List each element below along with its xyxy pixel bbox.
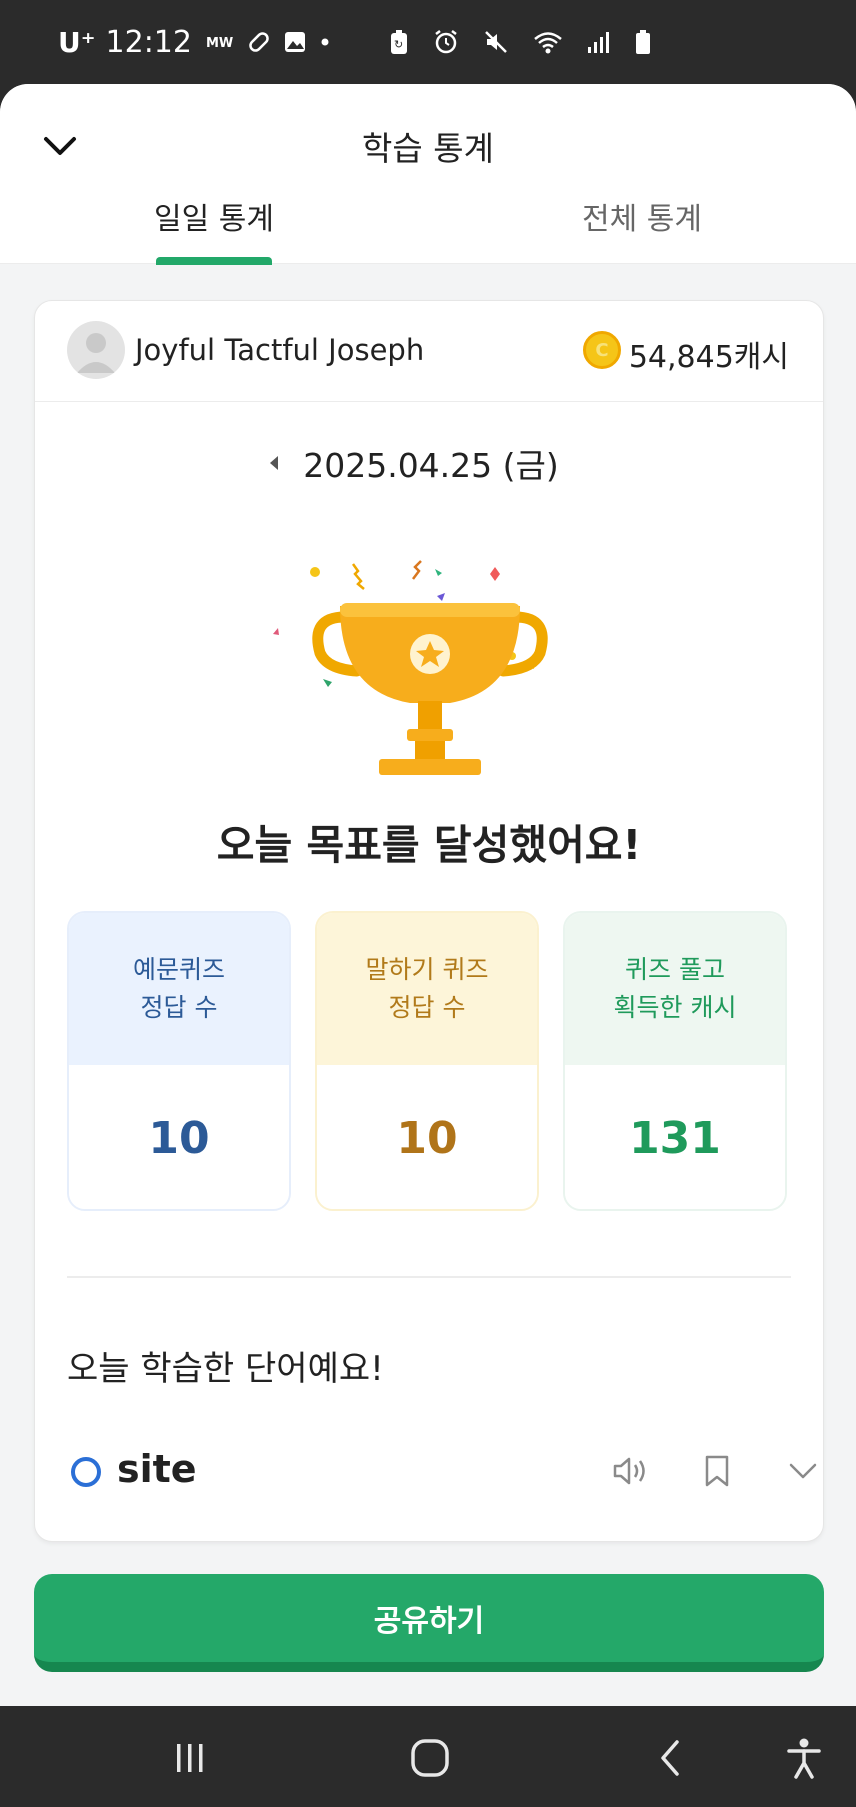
tab-total-stats[interactable]: 전체 통계 [492,194,792,238]
profile-header: Joyful Tactful Joseph C 54,845캐시 [35,301,823,402]
signal-icon [586,29,612,55]
home-icon [411,1739,449,1777]
user-icon [77,333,115,373]
stat-card-earned-cash: 퀴즈 풀고 획득한 캐시 131 [563,911,787,1211]
word-text: site [117,1447,197,1491]
caret-left-icon [270,456,279,470]
system-navigation-bar [0,1706,856,1807]
mw-icon: MW [206,32,236,52]
battery-icon [634,28,652,56]
goal-achieved-message: 오늘 목표를 달성했어요! [216,821,642,869]
avatar [67,321,125,379]
image-icon [282,29,308,55]
list-item[interactable]: site [67,1441,817,1521]
bookmark-button[interactable] [693,1447,741,1495]
accessibility-button[interactable] [774,1728,834,1788]
back-button[interactable] [640,1728,700,1788]
page-title: 학습 통계 [362,129,494,168]
chevron-down-icon [789,1463,817,1479]
app-surface: 학습 통계 일일 통계 전체 통계 Joyful Tactful Joseph … [0,84,856,1706]
current-date: 2025.04.25 (금) [303,446,559,485]
stat-label: 퀴즈 풀고 획득한 캐시 [565,913,785,1065]
alarm-icon [432,28,460,56]
accessibility-icon [787,1738,821,1779]
share-button[interactable]: 공유하기 [34,1574,824,1672]
stat-card-speaking-quiz: 말하기 퀴즈 정답 수 10 [315,911,539,1211]
wifi-icon [532,28,564,56]
bookmark-icon [705,1455,729,1487]
mute-icon [482,28,510,56]
coin-icon: C [583,331,621,369]
stat-card-example-quiz: 예문퀴즈 정답 수 10 [67,911,291,1211]
speaker-button[interactable] [607,1447,655,1495]
date-selector: 2025.04.25 (금) [35,441,823,485]
dot-icon [318,35,332,49]
word-status-icon [71,1457,101,1487]
status-time: 12:12 [105,24,192,60]
recent-apps-button[interactable] [160,1728,220,1788]
trophy-icon [273,560,548,775]
daily-stats-card: Joyful Tactful Joseph C 54,845캐시 2025.04… [34,300,824,1542]
stat-label: 말하기 퀴즈 정답 수 [317,913,537,1065]
stat-value: 10 [69,1065,289,1209]
user-name: Joyful Tactful Joseph [135,333,425,367]
section-divider [67,1276,791,1278]
back-icon [661,1740,679,1776]
home-button[interactable] [400,1728,460,1788]
status-bar: U⁺ 12:12 MW ↻ [0,0,856,84]
carrier-label: U⁺ [58,25,96,59]
svg-text:MW: MW [206,36,233,51]
speaker-icon [613,1457,645,1485]
app-header: 학습 통계 일일 통계 전체 통계 [0,84,856,265]
stat-value: 10 [317,1065,537,1209]
active-tab-indicator [156,257,272,265]
stat-value: 131 [565,1065,785,1209]
svg-text:↻: ↻ [394,38,403,51]
recent-apps-icon [177,1744,203,1772]
expand-word-button[interactable] [779,1447,823,1495]
cash-balance: 54,845캐시 [628,340,789,375]
tab-daily-stats[interactable]: 일일 통계 [64,194,364,238]
learned-words-title: 오늘 학습한 단어예요! [67,1349,384,1389]
previous-date-button[interactable] [259,443,289,483]
battery-saver-icon: ↻ [388,28,410,56]
stat-label: 예문퀴즈 정답 수 [69,913,289,1065]
pill-icon [246,29,272,55]
